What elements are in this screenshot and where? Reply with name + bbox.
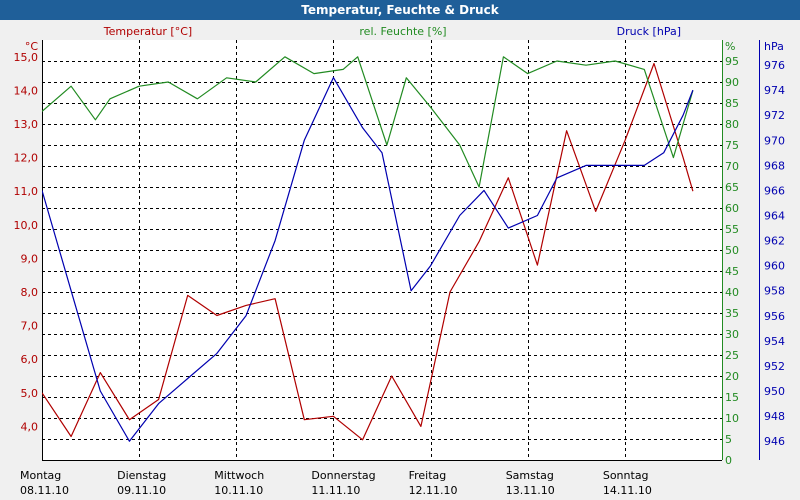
tick-label-temperature: 5,0 (21, 387, 39, 400)
tick-label-pressure: 960 (764, 260, 785, 273)
tick-label-temperature: 14,0 (14, 84, 39, 97)
x-tick-date-label: 13.11.10 (506, 484, 555, 497)
unit-humidity: % (725, 40, 735, 53)
tick-label-humidity: 10 (725, 412, 739, 425)
x-tick-day-label: Montag (20, 469, 61, 482)
legend-temperature: Temperatur [°C] (103, 25, 192, 38)
tick-label-temperature: 7,0 (21, 320, 39, 333)
legend-pressure: Druck [hPa] (617, 25, 681, 38)
tick-label-pressure: 968 (764, 159, 785, 172)
unit-pressure: hPa (764, 40, 784, 53)
tick-label-humidity: 30 (725, 328, 739, 341)
x-tick-day-label: Donnerstag (311, 469, 375, 482)
tick-label-pressure: 972 (764, 109, 785, 122)
tick-label-humidity: 5 (725, 433, 732, 446)
tick-label-humidity: 75 (725, 139, 739, 152)
tick-label-humidity: 95 (725, 55, 739, 68)
tick-label-temperature: 9,0 (21, 252, 39, 265)
tick-label-temperature: 12,0 (14, 152, 39, 165)
tick-label-temperature: 10,0 (14, 219, 39, 232)
x-tick-date-label: 10.11.10 (214, 484, 263, 497)
tick-label-pressure: 952 (764, 360, 785, 373)
tick-label-humidity: 35 (725, 307, 739, 320)
tick-label-pressure: 954 (764, 335, 785, 348)
tick-label-pressure: 976 (764, 59, 785, 72)
tick-label-humidity: 85 (725, 97, 739, 110)
x-tick-date-label: 09.11.10 (117, 484, 166, 497)
x-tick-date-label: 12.11.10 (409, 484, 458, 497)
x-tick-date-label: 11.11.10 (311, 484, 360, 497)
x-tick-day-label: Mittwoch (214, 469, 264, 482)
tick-label-humidity: 50 (725, 244, 739, 257)
tick-label-pressure: 964 (764, 210, 785, 223)
tick-label-humidity: 55 (725, 223, 739, 236)
tick-label-temperature: 13,0 (14, 118, 39, 131)
tick-label-pressure: 970 (764, 134, 785, 147)
x-tick-date-label: 08.11.10 (20, 484, 69, 497)
tick-label-pressure: 962 (764, 235, 785, 248)
tick-label-pressure: 974 (764, 84, 785, 97)
tick-label-humidity: 15 (725, 391, 739, 404)
x-tick-day-label: Freitag (409, 469, 447, 482)
tick-label-humidity: 40 (725, 286, 739, 299)
tick-label-pressure: 946 (764, 435, 785, 448)
tick-label-humidity: 90 (725, 76, 739, 89)
tick-label-humidity: 80 (725, 118, 739, 131)
x-tick-day-label: Sonntag (603, 469, 649, 482)
legend-humidity: rel. Feuchte [%] (359, 25, 446, 38)
chart-canvas: Temperatur, Feuchte & Druck 4,0 5,0 6,0 7,0 8… (0, 0, 800, 497)
tick-label-humidity: 60 (725, 202, 739, 215)
x-tick-date-label: 14.11.10 (603, 484, 652, 497)
tick-label-temperature: 8,0 (21, 286, 39, 299)
tick-label-humidity: 25 (725, 349, 739, 362)
unit-temperature: °C (25, 40, 39, 53)
chart-title: Temperatur, Feuchte & Druck (301, 3, 499, 17)
tick-label-pressure: 948 (764, 410, 785, 423)
tick-label-temperature: 6,0 (21, 353, 39, 366)
tick-label-humidity: 70 (725, 160, 739, 173)
tick-label-temperature: 4,0 (21, 420, 39, 433)
x-tick-day-label: Samstag (506, 469, 554, 482)
x-tick-day-label: Dienstag (117, 469, 166, 482)
tick-label-humidity: 65 (725, 181, 739, 194)
tick-label-humidity: 45 (725, 265, 739, 278)
tick-label-humidity: 0 (725, 454, 732, 467)
tick-label-pressure: 956 (764, 310, 785, 323)
chart-root: Temperatur, Feuchte & Druck 4,0 5,0 6,0 7,0 8… (0, 0, 800, 500)
tick-label-pressure: 966 (764, 184, 785, 197)
tick-label-pressure: 950 (764, 385, 785, 398)
tick-label-temperature: 11,0 (14, 185, 39, 198)
tick-label-pressure: 958 (764, 285, 785, 298)
tick-label-humidity: 20 (725, 370, 739, 383)
